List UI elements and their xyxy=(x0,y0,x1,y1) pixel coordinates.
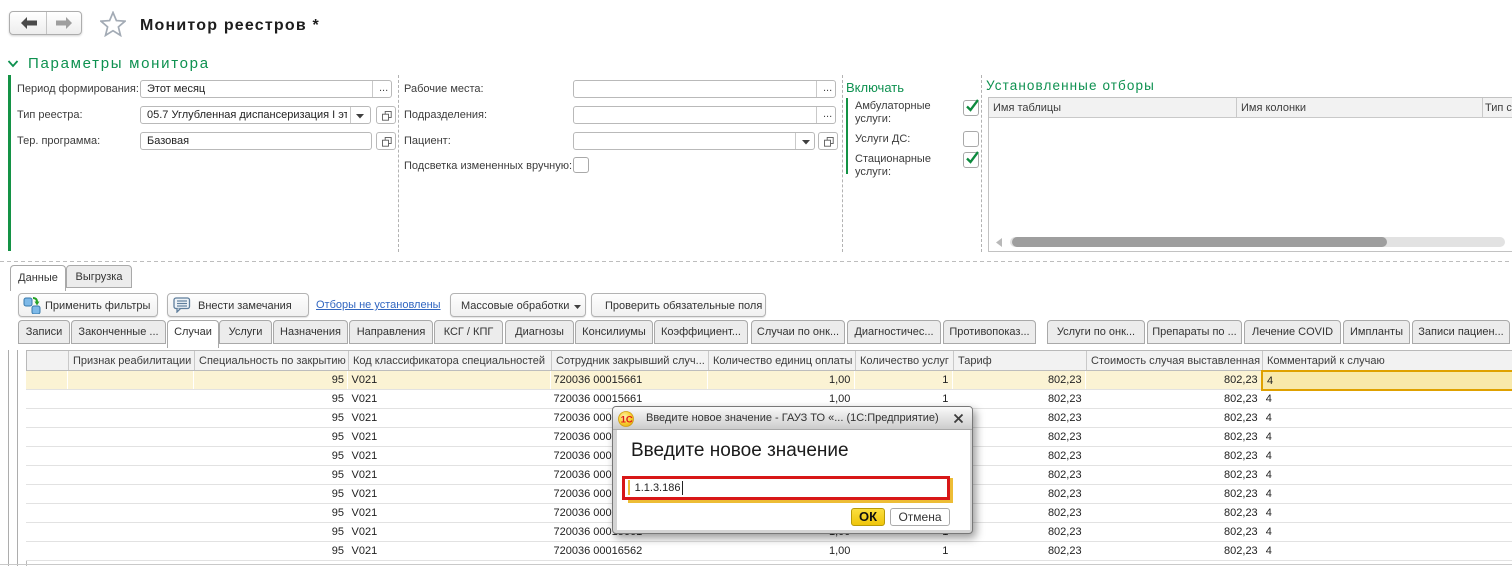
svg-text:1С: 1С xyxy=(621,415,633,426)
